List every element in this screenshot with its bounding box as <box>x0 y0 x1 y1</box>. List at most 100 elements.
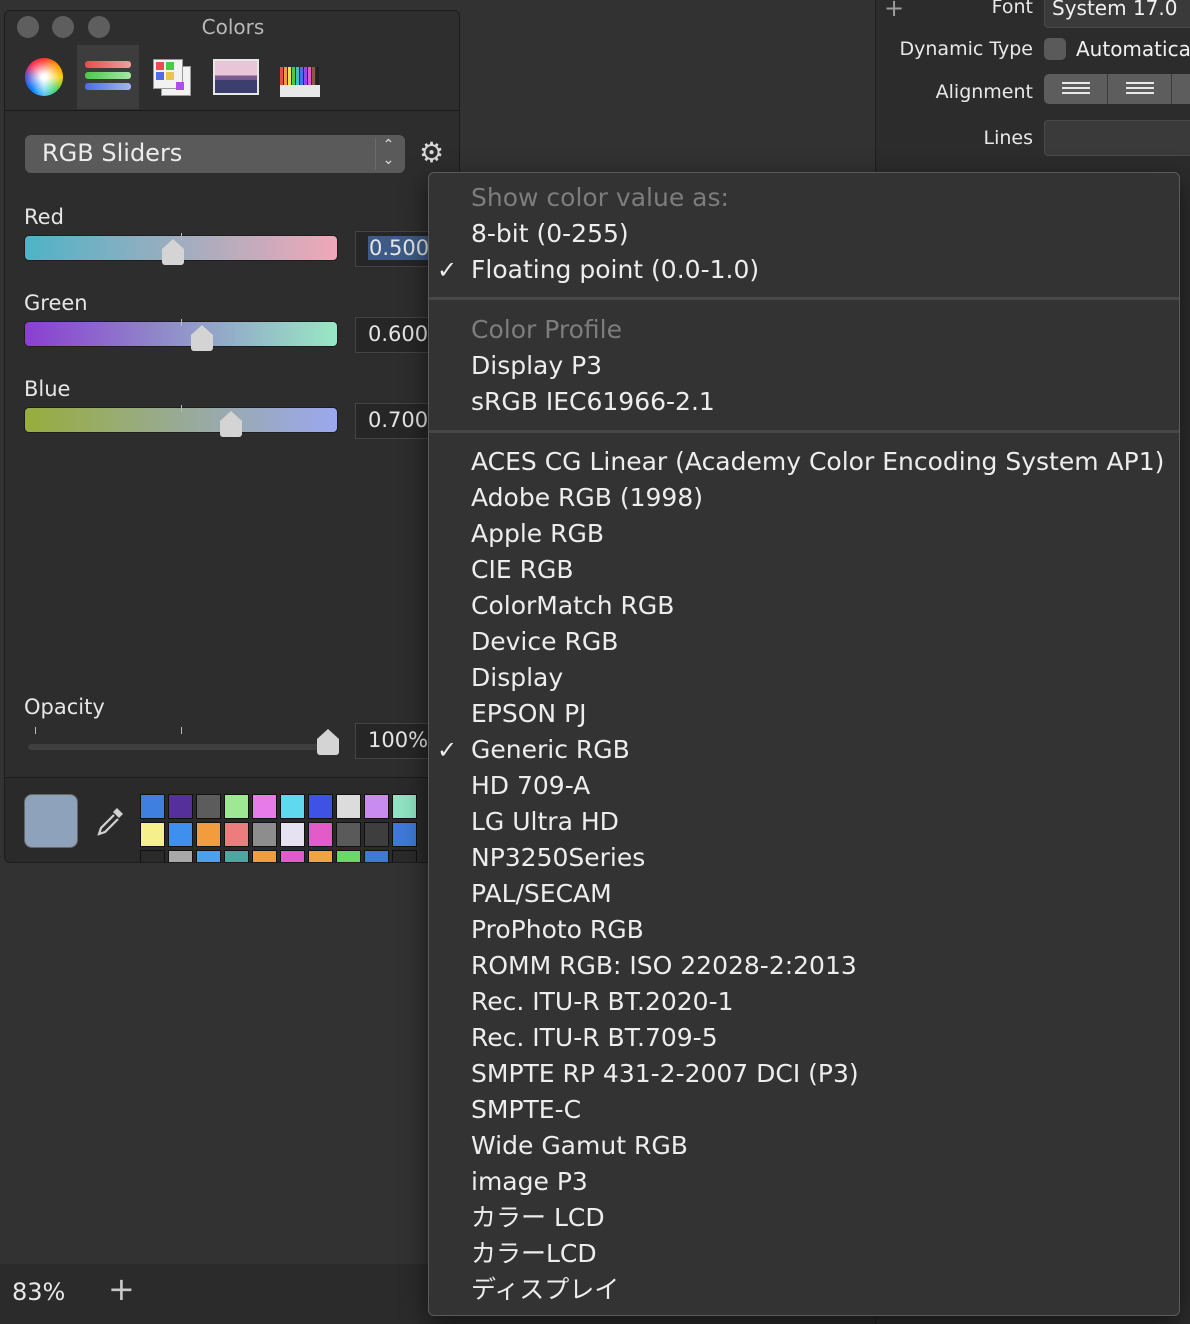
font-label: Font <box>991 0 1033 18</box>
menu-item[interactable]: Device RGB <box>471 627 618 657</box>
dynamic-type-checkbox[interactable] <box>1044 38 1066 60</box>
menu-item[interactable]: EPSON PJ <box>471 699 587 729</box>
blue-slider-tick <box>181 405 182 412</box>
opacity-slider[interactable] <box>28 744 328 750</box>
menu-item[interactable]: SMPTE-C <box>471 1095 581 1125</box>
menu-item[interactable]: カラー LCD <box>471 1203 605 1233</box>
menu-item[interactable]: ディスプレイ <box>471 1275 619 1305</box>
opacity-slider-knob[interactable] <box>317 729 339 755</box>
color-swatch[interactable] <box>392 794 417 819</box>
color-swatch[interactable] <box>364 822 389 847</box>
green-slider-knob[interactable] <box>191 325 213 351</box>
color-swatch[interactable] <box>196 850 221 862</box>
opacity-slider-tick <box>181 727 182 734</box>
zoom-in-icon[interactable]: + <box>108 1273 135 1305</box>
opacity-label: Opacity <box>24 695 105 719</box>
red-slider-knob[interactable] <box>162 239 184 265</box>
color-swatch[interactable] <box>140 822 165 847</box>
color-swatch[interactable] <box>336 850 361 862</box>
color-options-menu: Show color value as: Color Profile 8-bit… <box>428 172 1180 1316</box>
align-center-button[interactable] <box>1108 74 1172 104</box>
menu-separator <box>429 430 1179 433</box>
dynamic-type-label: Dynamic Type <box>899 38 1033 60</box>
color-swatch[interactable] <box>140 794 165 819</box>
color-swatch[interactable] <box>392 822 417 847</box>
menu-item[interactable]: Generic RGB <box>471 735 630 765</box>
color-palettes-mode-button[interactable] <box>141 45 203 109</box>
menu-item[interactable]: Floating point (0.0-1.0) <box>471 255 759 285</box>
menu-item[interactable]: image P3 <box>471 1167 588 1197</box>
menu-header-color-profile: Color Profile <box>471 315 622 344</box>
color-swatch[interactable] <box>308 794 333 819</box>
color-swatch[interactable] <box>168 850 193 862</box>
swatch-area <box>5 778 459 862</box>
color-swatch[interactable] <box>392 850 417 862</box>
color-swatch[interactable] <box>252 822 277 847</box>
menu-header-show-value: Show color value as: <box>471 183 729 212</box>
color-swatch[interactable] <box>224 794 249 819</box>
menu-item[interactable]: Rec. ITU-R BT.709-5 <box>471 1023 718 1053</box>
color-swatch[interactable] <box>308 850 333 862</box>
pencils-mode-button[interactable] <box>269 45 331 109</box>
color-swatch[interactable] <box>280 822 305 847</box>
color-wheel-mode-button[interactable] <box>13 45 75 109</box>
color-palettes-icon <box>151 57 193 97</box>
menu-item[interactable]: 8-bit (0-255) <box>471 219 629 249</box>
menu-item[interactable]: Adobe RGB (1998) <box>471 483 703 513</box>
menu-item[interactable]: Rec. ITU-R BT.2020-1 <box>471 987 734 1017</box>
blue-label: Blue <box>24 377 71 401</box>
menu-item[interactable]: ColorMatch RGB <box>471 591 674 621</box>
color-swatch[interactable] <box>168 794 193 819</box>
lines-field[interactable] <box>1044 120 1190 156</box>
add-variation-icon[interactable]: + <box>884 0 904 22</box>
checkmark-icon: ✓ <box>437 256 458 284</box>
color-swatch[interactable] <box>140 850 165 862</box>
menu-item[interactable]: Apple RGB <box>471 519 604 549</box>
color-swatch[interactable] <box>196 822 221 847</box>
zoom-level[interactable]: 83% <box>12 1278 65 1306</box>
menu-item[interactable]: ProPhoto RGB <box>471 915 644 945</box>
color-sliders-icon <box>85 59 131 95</box>
menu-item[interactable]: Display P3 <box>471 351 602 381</box>
menu-item[interactable]: sRGB IEC61966-2.1 <box>471 387 715 417</box>
lines-label: Lines <box>983 127 1034 149</box>
menu-item[interactable]: HD 709-A <box>471 771 590 801</box>
color-swatch[interactable] <box>280 850 305 862</box>
color-swatch[interactable] <box>280 794 305 819</box>
red-label: Red <box>24 205 64 229</box>
window-title: Colors <box>201 15 265 39</box>
menu-item[interactable]: LG Ultra HD <box>471 807 619 837</box>
menu-item[interactable]: カラーLCD <box>471 1239 597 1269</box>
color-swatch[interactable] <box>364 850 389 862</box>
color-model-select[interactable]: RGB Sliders ⌃ ⌄ <box>25 135 405 173</box>
color-swatch[interactable] <box>364 794 389 819</box>
eyedropper-icon[interactable] <box>93 804 127 838</box>
pencils-icon <box>280 57 320 97</box>
colors-titlebar: Colors <box>5 11 459 111</box>
menu-item[interactable]: CIE RGB <box>471 555 573 585</box>
color-swatch[interactable] <box>196 794 221 819</box>
menu-item[interactable]: Wide Gamut RGB <box>471 1131 688 1161</box>
menu-item[interactable]: ACES CG Linear (Academy Color Encoding S… <box>471 447 1164 477</box>
image-palettes-mode-button[interactable] <box>205 45 267 109</box>
current-color-well[interactable] <box>24 794 78 848</box>
align-left-button[interactable] <box>1044 74 1108 104</box>
menu-item[interactable]: Display <box>471 663 563 693</box>
color-swatch[interactable] <box>168 822 193 847</box>
blue-slider-knob[interactable] <box>220 411 242 437</box>
color-sliders-mode-button[interactable] <box>77 45 139 109</box>
red-value: 0.500 <box>368 236 431 260</box>
color-swatch[interactable] <box>336 794 361 819</box>
color-swatch[interactable] <box>224 822 249 847</box>
color-swatch[interactable] <box>308 822 333 847</box>
color-swatch[interactable] <box>336 822 361 847</box>
green-value: 0.600 <box>368 322 429 346</box>
color-swatch[interactable] <box>252 794 277 819</box>
menu-item[interactable]: ROMM RGB: ISO 22028-2:2013 <box>471 951 857 981</box>
color-swatch[interactable] <box>252 850 277 862</box>
color-swatch[interactable] <box>224 850 249 862</box>
menu-item[interactable]: PAL/SECAM <box>471 879 612 909</box>
gear-icon[interactable]: ⚙ <box>419 139 444 167</box>
menu-item[interactable]: NP3250Series <box>471 843 645 873</box>
menu-item[interactable]: SMPTE RP 431-2-2007 DCI (P3) <box>471 1059 859 1089</box>
